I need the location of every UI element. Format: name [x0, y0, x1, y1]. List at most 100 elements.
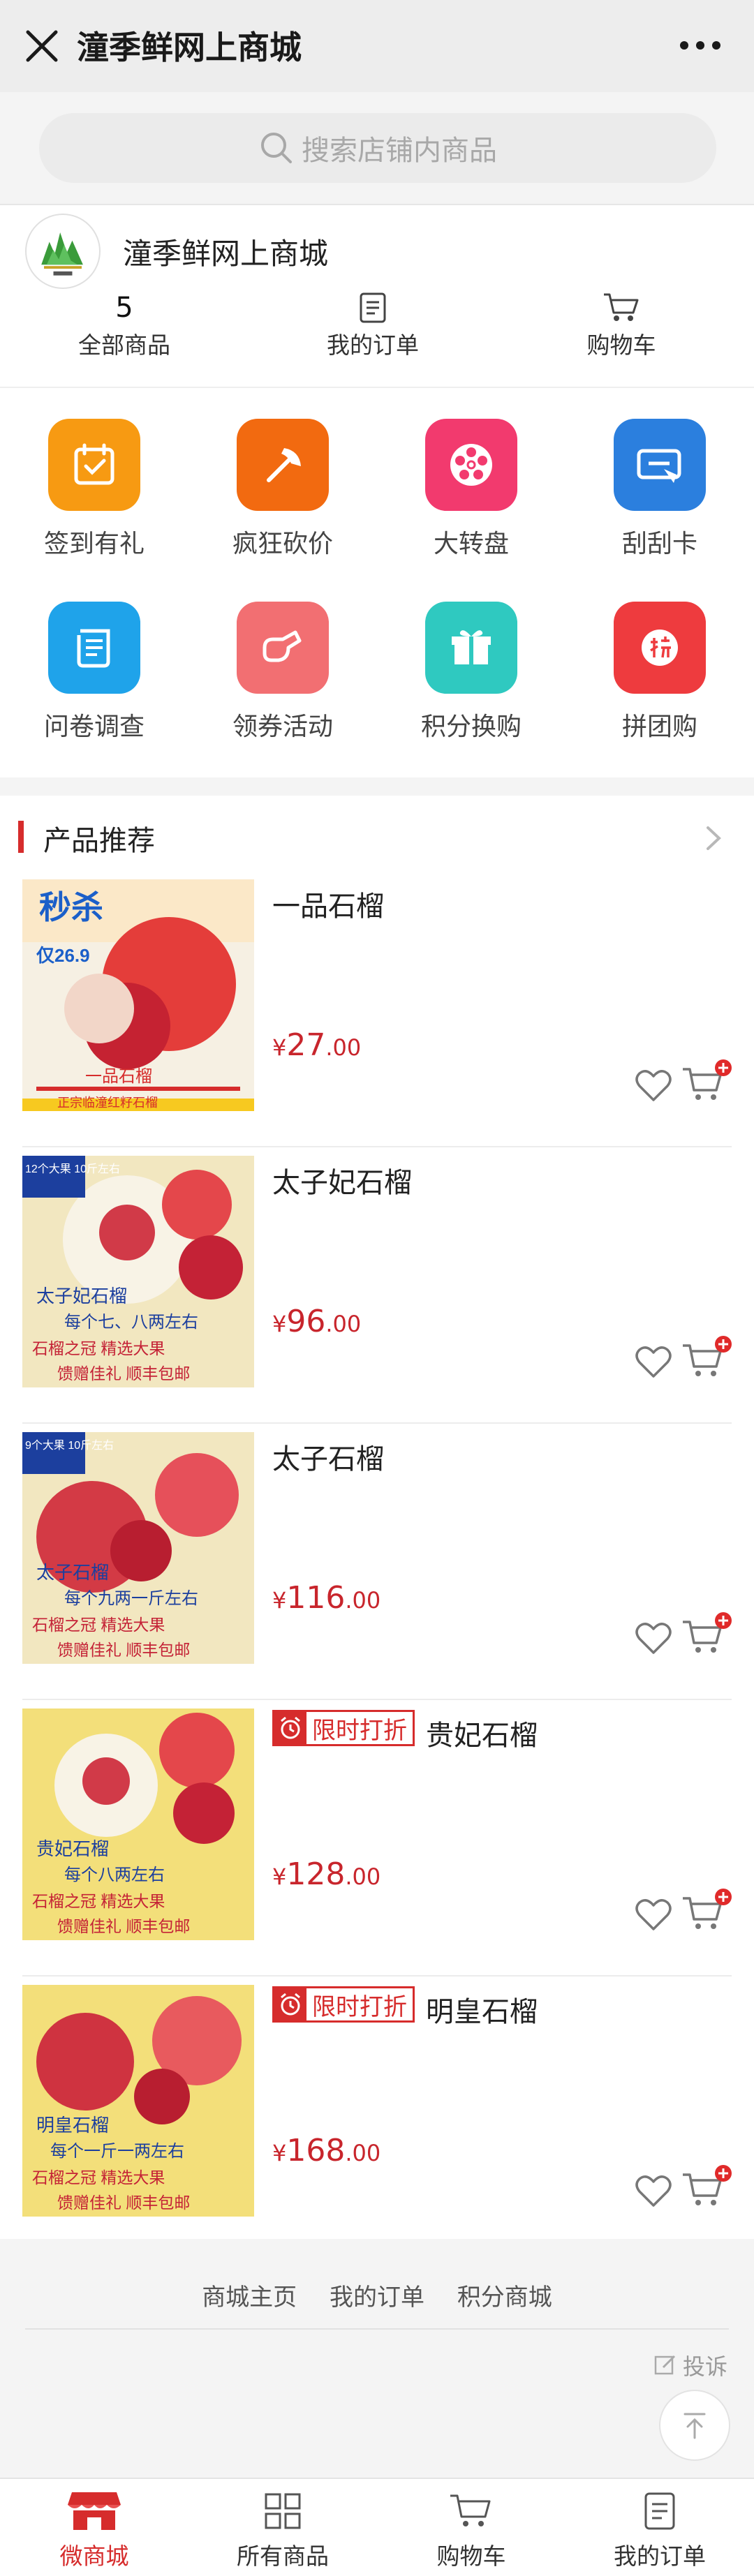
- my-orders-label: 我的订单: [327, 332, 419, 359]
- alarm-clock-icon: [274, 1712, 306, 1744]
- product-price: ¥96.00: [272, 1304, 362, 1339]
- tab-my-orders[interactable]: 我的订单: [566, 2487, 754, 2571]
- favorite-heart-icon[interactable]: [634, 1068, 673, 1103]
- product-card[interactable]: 贵妃石榴 每个八两左右 石榴之冠 精选大果 馈赠佳礼 顺丰包邮 限时打折 贵妃石…: [0, 1700, 754, 1976]
- menu-item-group-buy[interactable]: 拼团购: [566, 602, 754, 743]
- search-input[interactable]: 搜索店铺内商品: [39, 113, 716, 183]
- product-card[interactable]: 秒杀 仅26.9 一品石榴 正宗临潼红籽石榴 一品石榴 ¥27.00: [0, 871, 754, 1147]
- footer-link-orders[interactable]: 我的订单: [330, 2284, 424, 2311]
- menu-item-wheel[interactable]: 大转盘: [377, 419, 566, 560]
- footer-link-points[interactable]: 积分商城: [457, 2284, 552, 2311]
- cart-icon: [450, 2494, 491, 2526]
- tab-shop[interactable]: 微商城: [0, 2487, 188, 2571]
- product-name[interactable]: 明皇石榴: [426, 1989, 538, 2030]
- image-text-line4: 馈赠佳礼 顺丰包邮: [57, 2194, 190, 2212]
- favorite-heart-icon[interactable]: [634, 1344, 673, 1379]
- add-to-cart-icon[interactable]: [681, 2164, 733, 2210]
- product-image[interactable]: 12个大果 10斤左右 太子妃石榴 每个七、八两左右 石榴之冠 精选大果 馈赠佳…: [22, 1156, 254, 1387]
- back-to-top-button[interactable]: [659, 2390, 730, 2461]
- discount-tag-label: 限时打折: [312, 1716, 407, 1745]
- feature-menu: 签到有礼 疯狂砍价 大转盘 刮刮卡 问卷调查 领券活动 积分换购 拼团购: [0, 387, 754, 777]
- edit-icon: [654, 2355, 676, 2375]
- menu-item-signin[interactable]: 签到有礼: [0, 419, 188, 560]
- image-text-line1: 太子石榴: [36, 1562, 109, 1583]
- image-text-top: 12个大果 10斤左右: [25, 1163, 120, 1175]
- arrow-up-icon: [683, 2413, 706, 2439]
- menu-item-coupon[interactable]: 领券活动: [188, 602, 377, 743]
- calendar-check-icon: [48, 419, 140, 511]
- menu-item-scratch[interactable]: 刮刮卡: [566, 419, 754, 560]
- tab-cart[interactable]: 购物车: [377, 2487, 566, 2571]
- all-products-stat[interactable]: 5 全部商品: [40, 290, 208, 360]
- discount-tag: 限时打折: [272, 1986, 415, 2023]
- image-text-line1: 太子妃石榴: [36, 1286, 127, 1306]
- scroll-icon: [48, 602, 140, 694]
- gift-icon: [425, 602, 517, 694]
- product-image[interactable]: 明皇石榴 每个一斤一两左右 石榴之冠 精选大果 馈赠佳礼 顺丰包邮: [22, 1985, 254, 2217]
- image-text-top: 9个大果 10斤左右: [25, 1439, 114, 1452]
- axe-icon: [237, 419, 329, 511]
- product-name[interactable]: 贵妃石榴: [426, 1713, 538, 1753]
- more-icon[interactable]: [676, 28, 725, 63]
- menu-item-points[interactable]: 积分换购: [377, 602, 566, 743]
- discount-tag-label: 限时打折: [312, 1993, 407, 2021]
- image-text-line3: 石榴之冠 精选大果: [32, 2168, 165, 2187]
- product-price: ¥27.00: [272, 1027, 362, 1063]
- cart-stat[interactable]: 购物车: [538, 290, 705, 360]
- complain-link[interactable]: 投诉: [653, 2349, 727, 2381]
- window-title: 潼季鲜网上商城: [77, 29, 302, 66]
- search-area: 搜索店铺内商品: [0, 92, 754, 204]
- add-to-cart-icon[interactable]: [681, 1058, 733, 1104]
- menu-label: 拼团购: [621, 713, 697, 741]
- product-price: ¥168.00: [272, 2133, 381, 2168]
- shop-name[interactable]: 潼季鲜网上商城: [123, 230, 328, 273]
- product-card[interactable]: 9个大果 10斤左右 太子石榴 每个九两一斤左右 石榴之冠 精选大果 馈赠佳礼 …: [0, 1424, 754, 1700]
- menu-item-survey[interactable]: 问卷调查: [0, 602, 188, 743]
- image-text-line4: 馈赠佳礼 顺丰包邮: [57, 1917, 190, 1935]
- product-card[interactable]: 明皇石榴 每个一斤一两左右 石榴之冠 精选大果 馈赠佳礼 顺丰包邮 限时打折 明…: [0, 1976, 754, 2253]
- product-name[interactable]: 太子妃石榴: [272, 1160, 412, 1200]
- shop-icon: [68, 2492, 121, 2530]
- favorite-heart-icon[interactable]: [634, 1621, 673, 1655]
- chevron-right-icon[interactable]: [700, 822, 727, 854]
- close-icon[interactable]: [21, 25, 63, 67]
- group-buy-icon: [614, 602, 706, 694]
- menu-label: 签到有礼: [43, 530, 145, 558]
- grid-icon: [265, 2493, 301, 2529]
- image-text-line3: 石榴之冠 精选大果: [32, 1616, 165, 1634]
- tab-all-products[interactable]: 所有商品: [188, 2487, 377, 2571]
- section-header[interactable]: 产品推荐: [0, 796, 754, 879]
- product-image[interactable]: 9个大果 10斤左右 太子石榴 每个九两一斤左右 石榴之冠 精选大果 馈赠佳礼 …: [22, 1432, 254, 1664]
- image-text-line2: 每个八两左右: [64, 1866, 165, 1884]
- tab-label: 购物车: [436, 2543, 506, 2570]
- shop-logo[interactable]: [25, 214, 101, 289]
- scratch-card-icon: [614, 419, 706, 511]
- tab-label: 我的订单: [614, 2543, 706, 2570]
- product-image[interactable]: 秒杀 仅26.9 一品石榴 正宗临潼红籽石榴: [22, 879, 254, 1111]
- my-orders-stat[interactable]: 我的订单: [289, 290, 457, 360]
- product-name[interactable]: 太子石榴: [272, 1436, 384, 1477]
- product-card[interactable]: 12个大果 10斤左右 太子妃石榴 每个七、八两左右 石榴之冠 精选大果 馈赠佳…: [0, 1147, 754, 1424]
- shop-header: 潼季鲜网上商城 5 全部商品 我的订单 购物车: [0, 204, 754, 387]
- menu-item-bargain[interactable]: 疯狂砍价: [188, 419, 377, 560]
- product-name[interactable]: 一品石榴: [272, 884, 384, 924]
- image-text-line4: 馈赠佳礼 顺丰包邮: [57, 1641, 190, 1659]
- favorite-heart-icon[interactable]: [634, 2173, 673, 2208]
- bottom-tab-bar: 微商城 所有商品 购物车 我的订单: [0, 2478, 754, 2576]
- search-icon: [261, 133, 292, 163]
- add-to-cart-icon[interactable]: [681, 1334, 733, 1380]
- add-to-cart-icon[interactable]: [681, 1611, 733, 1657]
- complain-label: 投诉: [683, 2353, 728, 2380]
- menu-label: 疯狂砍价: [232, 530, 333, 558]
- product-image[interactable]: 贵妃石榴 每个八两左右 石榴之冠 精选大果 馈赠佳礼 顺丰包邮: [22, 1708, 254, 1940]
- wheel-icon: [425, 419, 517, 511]
- image-text-line1: 一品石榴: [85, 1067, 152, 1086]
- menu-label: 刮刮卡: [621, 530, 697, 558]
- image-text-line2: 每个一斤一两左右: [50, 2142, 184, 2161]
- footer-link-home[interactable]: 商城主页: [202, 2284, 297, 2311]
- section-accent-bar: [18, 821, 24, 853]
- all-products-label: 全部商品: [78, 332, 170, 359]
- favorite-heart-icon[interactable]: [634, 1897, 673, 1932]
- order-icon: [360, 292, 386, 323]
- add-to-cart-icon[interactable]: [681, 1887, 733, 1933]
